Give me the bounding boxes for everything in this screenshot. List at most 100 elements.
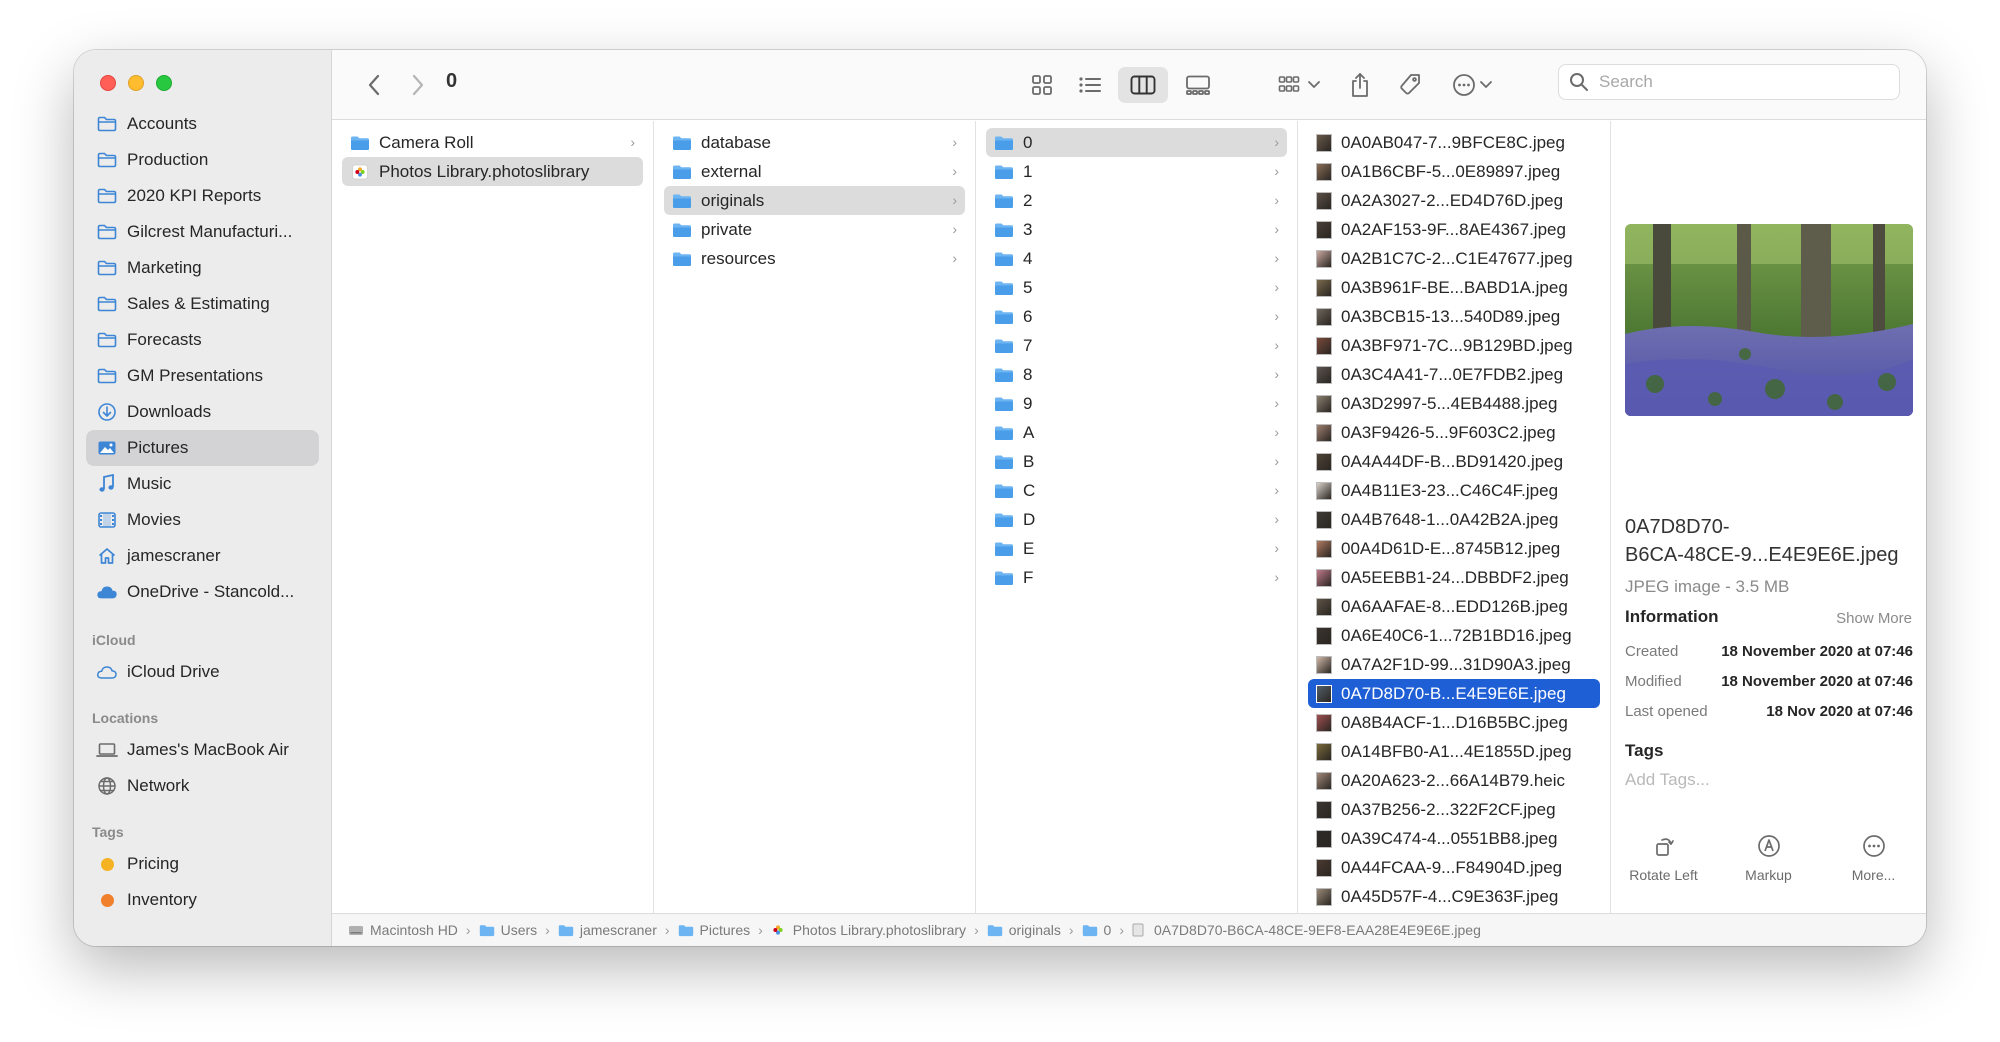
search-field[interactable] [1558,64,1900,100]
rotate-left-button[interactable]: Rotate Left [1614,831,1714,883]
path-crumb[interactable]: 0 › [1082,922,1132,938]
column1-item[interactable]: Photos Library.photoslibrary [342,157,643,186]
column3-item[interactable]: 5 › [986,273,1287,302]
column3-item[interactable]: D › [986,505,1287,534]
file-item[interactable]: 0A1B6CBF-5...0E89897.jpeg [1308,157,1600,186]
sidebar-item-favorite-11[interactable]: Movies [86,502,319,538]
file-item[interactable]: 0A14BFB0-A1...4E1855D.jpeg [1308,737,1600,766]
file-item[interactable]: 0A39C474-4...0551BB8.jpeg [1308,824,1600,853]
sidebar-item-favorite-0[interactable]: Accounts [86,106,319,142]
tag-button[interactable] [1392,67,1428,103]
column3-item[interactable]: 2 › [986,186,1287,215]
add-tags-field[interactable]: Add Tags... [1625,770,1710,790]
path-crumb[interactable]: originals › [987,922,1082,938]
sidebar-item-icloud-0[interactable]: iCloud Drive [86,654,319,690]
group-button[interactable] [1272,67,1326,103]
column3-item[interactable]: 4 › [986,244,1287,273]
file-item[interactable]: 0A4A44DF-B...BD91420.jpeg [1308,447,1600,476]
minimize-window-button[interactable] [128,75,144,91]
search-input[interactable] [1599,72,1879,92]
column2-item[interactable]: resources › [664,244,965,273]
column1-item[interactable]: Camera Roll › [342,128,643,157]
sidebar-item-favorite-12[interactable]: jamescraner [86,538,319,574]
icon-view-button[interactable] [1022,67,1062,103]
file-item[interactable]: 0A20A623-2...66A14B79.heic [1308,766,1600,795]
column3-item[interactable]: 8 › [986,360,1287,389]
image-thumbnail-icon [1316,278,1332,297]
file-item[interactable]: 0A5EEBB1-24...DBBDF2.jpeg [1308,563,1600,592]
file-item[interactable]: 0A3F9426-5...9F603C2.jpeg [1308,418,1600,447]
sidebar-item-location-0[interactable]: James's MacBook Air [86,732,319,768]
path-crumb[interactable]: 0A7D8D70-B6CA-48CE-9EF8-EAA28E4E9E6E.jpe… [1132,922,1481,938]
sidebar-item-favorite-9[interactable]: Pictures [86,430,319,466]
column3-item[interactable]: 0 › [986,128,1287,157]
column3-item[interactable]: C › [986,476,1287,505]
file-item[interactable]: 0A4B7648-1...0A42B2A.jpeg [1308,505,1600,534]
path-crumb[interactable]: Photos Library.photoslibrary › [771,922,987,938]
file-item[interactable]: 0A2AF153-9F...8AE4367.jpeg [1308,215,1600,244]
list-view-button[interactable] [1070,67,1110,103]
more-button[interactable]: More... [1824,831,1924,883]
file-item[interactable]: 0A3BF971-7C...9B129BD.jpeg [1308,331,1600,360]
sidebar-item-favorite-4[interactable]: Marketing [86,250,319,286]
sidebar-item-favorite-5[interactable]: Sales & Estimating [86,286,319,322]
file-item[interactable]: 0A7D8D70-B...E4E9E6E.jpeg [1308,679,1600,708]
path-crumb[interactable]: Pictures › [678,922,771,938]
column3-item[interactable]: B › [986,447,1287,476]
column3-item[interactable]: A › [986,418,1287,447]
sidebar-item-location-1[interactable]: Network [86,768,319,804]
file-item[interactable]: 0A8B4ACF-1...D16B5BC.jpeg [1308,708,1600,737]
path-crumb[interactable]: Macintosh HD › [348,922,479,938]
file-item[interactable]: 0A2A3027-2...ED4D76D.jpeg [1308,186,1600,215]
sidebar-item-favorite-7[interactable]: GM Presentations [86,358,319,394]
column2-item[interactable]: database › [664,128,965,157]
file-item[interactable]: 0A3B961F-BE...BABD1A.jpeg [1308,273,1600,302]
column3-item[interactable]: 6 › [986,302,1287,331]
sidebar-item-favorite-2[interactable]: 2020 KPI Reports [86,178,319,214]
file-item[interactable]: 00A4D61D-E...8745B12.jpeg [1308,534,1600,563]
close-window-button[interactable] [100,75,116,91]
column-view-button[interactable] [1118,67,1168,103]
sidebar-item-favorite-1[interactable]: Production [86,142,319,178]
sidebar-item-favorite-6[interactable]: Forecasts [86,322,319,358]
forward-button[interactable] [400,67,436,103]
file-item[interactable]: 0A3BCB15-13...540D89.jpeg [1308,302,1600,331]
column3-item[interactable]: F › [986,563,1287,592]
file-item[interactable]: 0A45D57F-4...C9E363F.jpeg [1308,882,1600,911]
file-item[interactable]: 0A44FCAA-9...F84904D.jpeg [1308,853,1600,882]
file-item[interactable]: 0A6AAFAE-8...EDD126B.jpeg [1308,592,1600,621]
file-item[interactable]: 0A0AB047-7...9BFCE8C.jpeg [1308,128,1600,157]
column2-item[interactable]: private › [664,215,965,244]
sidebar-item-favorite-13[interactable]: OneDrive - Stancold... [86,574,319,610]
show-more-link[interactable]: Show More [1836,610,1912,627]
share-button[interactable] [1342,67,1378,103]
column3-item[interactable]: E › [986,534,1287,563]
gallery-view-button[interactable] [1176,67,1220,103]
path-crumb[interactable]: jamescraner › [558,922,678,938]
path-crumb[interactable]: Users › [479,922,558,938]
zoom-window-button[interactable] [156,75,172,91]
column2-item[interactable]: originals › [664,186,965,215]
column3-item[interactable]: 1 › [986,157,1287,186]
sidebar-item-favorite-8[interactable]: Downloads [86,394,319,430]
sidebar-tag-1[interactable]: Inventory [86,882,319,918]
file-item[interactable]: 0A37B256-2...322F2CF.jpeg [1308,795,1600,824]
column2-item[interactable]: external › [664,157,965,186]
file-item[interactable]: 0A6E40C6-1...72B1BD16.jpeg [1308,621,1600,650]
column3-item[interactable]: 9 › [986,389,1287,418]
column3-item[interactable]: 3 › [986,215,1287,244]
sidebar-item-favorite-10[interactable]: Music [86,466,319,502]
folder-icon [995,252,1013,266]
file-item[interactable]: 0A7A2F1D-99...31D90A3.jpeg [1308,650,1600,679]
column3-item[interactable]: 7 › [986,331,1287,360]
file-item[interactable]: 0A4B11E3-23...C46C4F.jpeg [1308,476,1600,505]
icloud-icon [96,661,118,683]
sidebar-tag-0[interactable]: Pricing [86,846,319,882]
sidebar-item-favorite-3[interactable]: Gilcrest Manufacturi... [86,214,319,250]
file-item[interactable]: 0A3C4A41-7...0E7FDB2.jpeg [1308,360,1600,389]
file-item[interactable]: 0A3D2997-5...4EB4488.jpeg [1308,389,1600,418]
markup-button[interactable]: Markup [1719,831,1819,883]
back-button[interactable] [356,67,392,103]
file-item[interactable]: 0A2B1C7C-2...C1E47677.jpeg [1308,244,1600,273]
more-actions-button[interactable] [1444,67,1500,103]
